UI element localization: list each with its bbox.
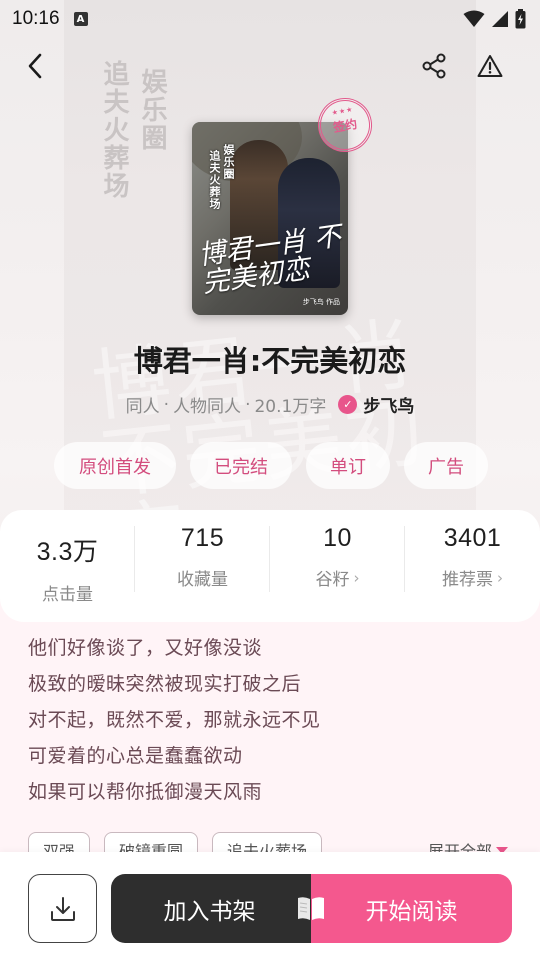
book-tags: 原创首发 已完结 单订 广告 [0, 442, 540, 490]
stat-value: 715 [180, 524, 225, 552]
warning-icon [477, 55, 503, 77]
stat-label: 谷籽 › [315, 568, 360, 591]
share-button[interactable] [412, 44, 456, 88]
tag-original[interactable]: 原创首发 [54, 442, 176, 489]
start-reading-button[interactable]: 开始阅读 [311, 874, 512, 943]
book-meta: 同人 · 人物同人 · 20.1万字 ✓ 步飞鸟 [0, 392, 540, 418]
status-time: 10:16 [12, 8, 60, 29]
description-line: 可爱着的心总是蠢蠢欲动 [28, 745, 243, 767]
description-section: 他们好像谈了，又好像没谈 极致的暧昧突然被现实打破之后 对不起，既然不爱，那就永… [0, 600, 540, 868]
bottom-action-bar: 加入书架 开始阅读 [0, 852, 540, 960]
stat-value: 10 [323, 524, 352, 552]
stat-value: 3.3万 [36, 538, 99, 566]
description-line: 他们好像谈了，又好像没谈 [28, 637, 263, 659]
stat-label: 收藏量 [177, 570, 228, 590]
start-reading-label: 开始阅读 [365, 898, 458, 925]
book-word-count: 20.1万字 [254, 397, 327, 417]
stat-recommend-votes[interactable]: 3401 推荐票 › [405, 524, 540, 590]
open-book-icon [298, 897, 324, 920]
author-name: 步飞鸟 [363, 397, 415, 417]
tag-single-order[interactable]: 单订 [306, 442, 390, 489]
battery-icon [515, 9, 526, 29]
book-category: 同人 [125, 397, 160, 417]
stat-favorites: 715 收藏量 [135, 524, 270, 590]
chevron-left-icon [28, 53, 42, 79]
status-bar: 10:16 A [0, 0, 540, 38]
verified-author-icon: ✓ [338, 395, 358, 414]
stat-label: 点击量 [42, 585, 93, 605]
download-icon [50, 896, 75, 921]
cover-vertical-text: 娱乐圈 [222, 144, 235, 180]
signal-icon [492, 11, 508, 27]
report-button[interactable] [468, 44, 512, 88]
chevron-right-icon: › [353, 568, 360, 587]
stat-value: 3401 [443, 524, 502, 552]
add-to-shelf-label: 加入书架 [163, 898, 256, 925]
stat-clicks: 3.3万 点击量 [0, 524, 135, 605]
description-line: 如果可以帮你抵御漫天风雨 [28, 781, 263, 803]
download-button[interactable] [28, 874, 97, 943]
back-button[interactable] [14, 44, 58, 88]
book-title: 博君一肖:不完美初恋 [133, 344, 407, 378]
book-subcategory: 人物同人 [173, 397, 242, 417]
description-line: 极致的暧昧突然被现实打破之后 [28, 673, 302, 695]
tag-completed[interactable]: 已完结 [190, 442, 292, 489]
notification-icon: A [73, 12, 88, 26]
tag-ad[interactable]: 广告 [404, 442, 488, 489]
stat-label: 推荐票 › [442, 568, 503, 591]
description-line: 对不起，既然不爱，那就永远不见 [28, 709, 321, 731]
share-icon [422, 53, 446, 79]
book-cover[interactable]: 追夫火葬场 娱乐圈 博君一肖 不完美初恋 步飞鸟 作品 [192, 122, 348, 315]
add-to-shelf-button[interactable]: 加入书架 [111, 874, 326, 943]
chevron-right-icon: › [497, 568, 503, 587]
stamp-text: 签约 [332, 116, 359, 135]
cover-author: 步飞鸟 作品 [302, 298, 340, 306]
top-nav [0, 44, 540, 90]
author-link[interactable]: ✓ 步飞鸟 [338, 392, 414, 417]
stats-card: 3.3万 点击量 715 收藏量 10 谷籽 › 3401 推荐票 › [0, 510, 540, 622]
wifi-icon [463, 10, 485, 27]
stat-seeds[interactable]: 10 谷籽 › [270, 524, 405, 590]
